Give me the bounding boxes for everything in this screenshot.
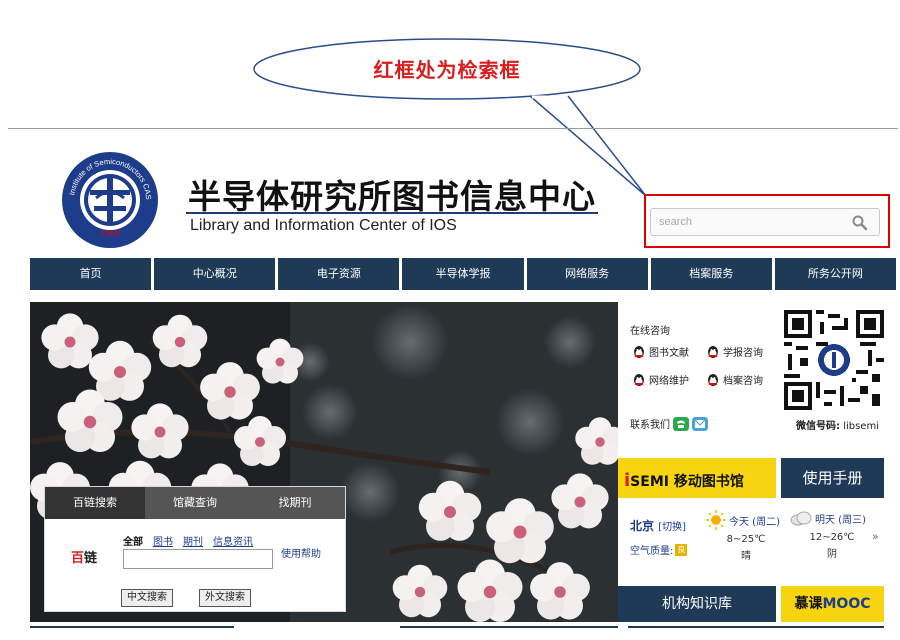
qq-icon	[708, 373, 718, 386]
consult-item-journal[interactable]: 学报咨询	[706, 344, 763, 359]
phone-icon[interactable]	[673, 416, 689, 431]
nav-item-home[interactable]: 首页	[30, 258, 152, 290]
tab-bailian-search[interactable]: 百链搜索	[45, 487, 145, 519]
search-box	[650, 208, 880, 236]
qq-icon	[634, 373, 644, 386]
logo-year: 1960	[100, 229, 120, 238]
nav-item-network[interactable]: 网络服务	[526, 258, 648, 290]
city-switch-link[interactable]: [切换]	[658, 522, 686, 533]
scope-journals[interactable]: 期刊	[183, 533, 203, 548]
wechat-id: 微信号码: libsemi	[796, 421, 879, 432]
bailian-logo: 百链	[71, 551, 98, 566]
contact-label: 联系我们	[630, 420, 670, 431]
nav-item-public-affairs[interactable]: 所务公开网	[774, 258, 896, 290]
nav-item-journal[interactable]: 半导体学报	[402, 258, 524, 290]
sun-icon	[706, 510, 726, 530]
mobile-library-tile[interactable]: iSEMI 移动图书馆	[618, 458, 776, 498]
search-button[interactable]	[851, 214, 869, 232]
title-underline	[186, 212, 598, 214]
bailian-search-input[interactable]	[123, 549, 273, 569]
site-title-cn: 半导体研究所图书信息中心	[188, 177, 596, 216]
chinese-search-button[interactable]: 中文搜索	[121, 589, 173, 607]
consult-item-network[interactable]: 网络维护	[632, 372, 689, 387]
tab-collection-search[interactable]: 馆藏查询	[145, 487, 245, 519]
top-divider	[8, 128, 898, 129]
search-scope-links: 全部 图书 期刊 信息资讯	[123, 533, 253, 548]
search-input[interactable]	[659, 213, 839, 231]
bottom-divider	[400, 626, 618, 628]
consult-title: 在线咨询	[630, 326, 670, 337]
main-nav: 首页 中心概况 电子资源 半导体学报 网络服务 档案服务 所务公开网	[30, 258, 896, 290]
cloud-icon	[790, 511, 812, 526]
air-quality-badge: 良	[675, 543, 688, 556]
nav-item-archives[interactable]: 档案服务	[650, 258, 772, 290]
nav-item-e-resources[interactable]: 电子资源	[278, 258, 400, 290]
user-manual-tile[interactable]: 使用手册	[781, 458, 884, 498]
bottom-divider	[628, 626, 884, 628]
tab-find-journal[interactable]: 找期刊	[245, 487, 345, 519]
mooc-tile[interactable]: 慕课MOOC	[781, 586, 884, 622]
qq-icon	[634, 345, 644, 358]
scope-books[interactable]: 图书	[153, 533, 173, 548]
qq-icon	[708, 345, 718, 358]
institutional-repository-tile[interactable]: 机构知识库	[618, 586, 776, 622]
foreign-search-button[interactable]: 外文搜索	[199, 589, 251, 607]
resource-search-panel: 百链搜索 馆藏查询 找期刊 百链 全部 图书 期刊 信息资讯 使用帮助 中文搜索…	[44, 486, 346, 612]
callout-text: 红框处为检索框	[373, 58, 521, 82]
ios-logo: 1960 Institute of Semiconductors CAS	[60, 150, 160, 250]
weather-tomorrow: 明天 (周三) 12~26℃ 阴	[790, 510, 874, 560]
search-icon	[852, 215, 868, 231]
consult-item-docs[interactable]: 图书文献	[632, 344, 689, 359]
weather-today: 今天 (周二) 8~25℃ 晴	[706, 510, 786, 562]
annotation-callout: 红框处为检索框	[252, 38, 642, 100]
contact-us: 联系我们	[630, 416, 708, 431]
help-link[interactable]: 使用帮助	[281, 545, 321, 560]
wechat-qr-code	[784, 310, 884, 410]
consult-item-archives[interactable]: 档案咨询	[706, 372, 763, 387]
air-quality: 空气质量: 良	[630, 543, 688, 557]
weather-city: 北京 [切换]	[630, 519, 687, 533]
scope-news[interactable]: 信息资讯	[213, 533, 253, 548]
email-icon[interactable]	[692, 416, 708, 431]
bottom-divider	[30, 626, 234, 628]
nav-item-about[interactable]: 中心概况	[154, 258, 276, 290]
site-title-en: Library and Information Center of IOS	[190, 217, 457, 234]
weather-more-arrow[interactable]: »	[872, 530, 879, 543]
scope-all[interactable]: 全部	[123, 533, 143, 548]
